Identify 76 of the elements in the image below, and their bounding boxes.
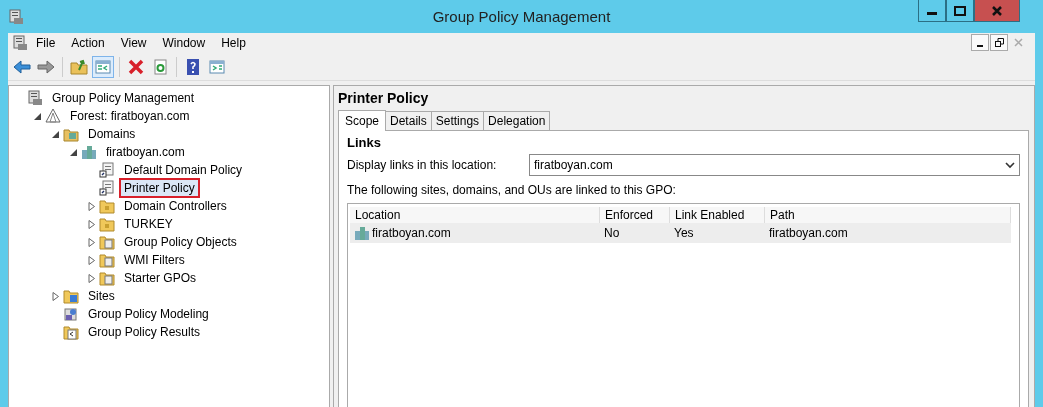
- menu-item[interactable]: File: [28, 36, 64, 50]
- tree-node-icon: [63, 126, 79, 142]
- chevron-down-icon: [1005, 161, 1015, 169]
- column-header[interactable]: Enforced: [600, 207, 670, 223]
- tree-item[interactable]: Group Policy Management: [47, 88, 200, 108]
- tree-item[interactable]: firatboyan.com: [101, 142, 190, 162]
- tab[interactable]: Settings: [430, 111, 485, 130]
- details-title: Printer Policy: [338, 90, 430, 106]
- console-tree-button[interactable]: [92, 55, 114, 78]
- tree-node-icon: [99, 234, 115, 250]
- tree-item[interactable]: WMI Filters: [119, 250, 190, 270]
- close-icon: [991, 5, 1003, 16]
- tree-item[interactable]: Group Policy Objects: [119, 232, 242, 252]
- close-icon: [1013, 38, 1023, 47]
- console-icon[interactable]: [12, 35, 28, 51]
- menu-item[interactable]: Action: [63, 36, 113, 50]
- collapsed-triangle-icon[interactable]: [88, 201, 96, 211]
- tree-item[interactable]: Domains: [83, 124, 141, 144]
- table-cell: No: [604, 226, 620, 240]
- tree-item[interactable]: Group Policy Modeling: [83, 304, 214, 324]
- tree-item[interactable]: Forest: firatboyan.com: [65, 106, 195, 126]
- tree-item[interactable]: TURKEY: [119, 214, 178, 234]
- tree-node-icon: [99, 270, 115, 286]
- column-header[interactable]: Path: [765, 207, 1011, 223]
- tree-node-icon: [99, 180, 115, 196]
- maximize-button[interactable]: [946, 0, 974, 22]
- close-button[interactable]: [974, 0, 1020, 22]
- collapsed-triangle-icon[interactable]: [88, 237, 96, 247]
- menu-item[interactable]: Window: [154, 36, 214, 50]
- tree-node-icon: [99, 216, 115, 232]
- table-cell: firatboyan.com: [769, 226, 848, 240]
- tree-node-icon: [63, 306, 79, 322]
- restore-button[interactable]: [990, 34, 1008, 51]
- collapsed-triangle-icon[interactable]: [52, 291, 60, 301]
- expanded-triangle-icon[interactable]: [52, 129, 60, 139]
- window-title: Group Policy Management: [432, 8, 611, 25]
- collapsed-triangle-icon[interactable]: [88, 219, 96, 229]
- description-text: The following sites, domains, and OUs are linked to this GPO:: [347, 183, 677, 197]
- tree-item[interactable]: Group Policy Results: [83, 322, 206, 342]
- minimize-icon: [977, 44, 983, 47]
- collapsed-triangle-icon[interactable]: [88, 273, 96, 283]
- tree-node-icon: [99, 198, 115, 214]
- tree-node-icon: [45, 108, 61, 124]
- menu-item[interactable]: View: [112, 36, 155, 50]
- restore-icon: [994, 38, 1004, 47]
- tree-node-icon: [63, 324, 79, 340]
- table-row[interactable]: firatboyan.com No Yes firatboyan.com: [350, 223, 1011, 243]
- minimize-button[interactable]: [918, 0, 946, 22]
- tab[interactable]: Scope: [338, 110, 387, 131]
- app-icon: [8, 8, 24, 25]
- tab[interactable]: Delegation: [483, 111, 551, 130]
- tree-node-icon: [99, 252, 115, 268]
- domain-icon: [354, 225, 370, 241]
- expanded-triangle-icon[interactable]: [34, 111, 42, 121]
- table-cell: firatboyan.com: [372, 226, 451, 240]
- column-header[interactable]: Location: [350, 207, 600, 223]
- menu-item[interactable]: Help: [213, 36, 254, 50]
- tree-item[interactable]: Default Domain Policy: [119, 160, 248, 180]
- field-label: Display links in this location:: [347, 158, 498, 172]
- minimize-button[interactable]: [971, 34, 989, 51]
- minimize-icon: [927, 12, 937, 15]
- collapsed-triangle-icon[interactable]: [88, 255, 96, 265]
- expanded-triangle-icon[interactable]: [70, 147, 78, 157]
- tree-item[interactable]: Printer Policy: [119, 178, 200, 198]
- tree-node-icon: [63, 288, 79, 304]
- tree-node-icon: [27, 90, 43, 106]
- tree-item[interactable]: Sites: [83, 286, 120, 306]
- tree-item[interactable]: Domain Controllers: [119, 196, 232, 216]
- tree-node-icon: [81, 144, 97, 160]
- section-heading: Links: [347, 135, 382, 150]
- tree-node-icon: [99, 162, 115, 178]
- column-header[interactable]: Link Enabled: [670, 207, 765, 223]
- maximize-icon: [954, 5, 966, 16]
- tree-item[interactable]: Starter GPOs: [119, 268, 202, 288]
- table-cell: Yes: [674, 226, 694, 240]
- location-dropdown[interactable]: firatboyan.com: [529, 154, 1020, 176]
